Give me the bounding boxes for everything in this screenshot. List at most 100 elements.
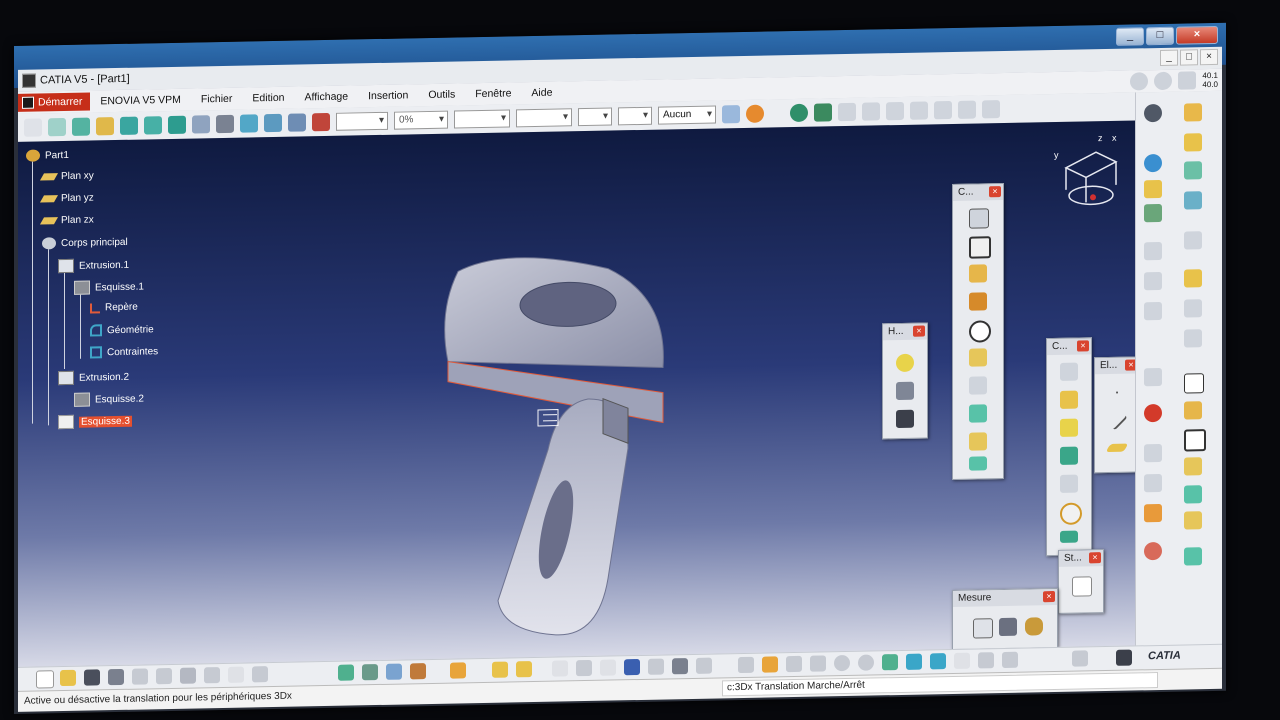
lock-icon[interactable]	[672, 658, 688, 675]
profile-icon[interactable]	[1144, 503, 1162, 523]
line-element-icon[interactable]	[1106, 409, 1128, 431]
palette-titlebar[interactable]: St... ×	[1059, 550, 1103, 567]
chamfer-tool-icon[interactable]	[1060, 390, 1078, 409]
part-3d-model[interactable]	[428, 247, 688, 642]
workbench-icon[interactable]	[1184, 103, 1202, 122]
tree-item-part1[interactable]: Part1	[26, 149, 69, 162]
knowledge-icon[interactable]	[1184, 133, 1202, 152]
constraint-ops-icon[interactable]	[1144, 271, 1162, 291]
palette-close-button[interactable]: ×	[989, 186, 1001, 198]
menu-enovia[interactable]: ENOVIA V5 VPM	[90, 94, 191, 108]
menu-outils[interactable]: Outils	[418, 88, 465, 102]
annotation-icon[interactable]	[1184, 231, 1202, 250]
shading-icon[interactable]	[1002, 651, 1018, 669]
cut-icon[interactable]	[132, 668, 148, 685]
healing-icon[interactable]	[144, 116, 162, 135]
material-icon[interactable]	[746, 104, 764, 123]
draft-tool-icon[interactable]	[982, 100, 1000, 119]
hierarchy-icon[interactable]	[648, 658, 664, 675]
new-file-icon[interactable]	[36, 670, 54, 689]
outer-minimize-button[interactable]: _	[1116, 27, 1144, 46]
hide-show-icon[interactable]	[954, 652, 970, 669]
menu-fenetre[interactable]: Fenêtre	[465, 87, 521, 100]
pan-view-icon[interactable]	[786, 655, 802, 673]
menu-aide[interactable]: Aide	[521, 86, 562, 99]
tree-item-geometrie[interactable]: Géométrie	[90, 323, 154, 337]
outer-close-button[interactable]: ×	[1176, 25, 1218, 45]
palette-titlebar[interactable]: Mesure ×	[953, 588, 1057, 607]
axis-system-icon[interactable]	[216, 114, 234, 134]
fly-mode-icon[interactable]	[790, 103, 808, 123]
zoom-out-icon[interactable]	[858, 654, 874, 671]
layer-combo[interactable]: Aucun	[658, 105, 716, 125]
plane-tool-icon[interactable]	[240, 114, 258, 133]
measure-item-icon[interactable]	[999, 617, 1017, 637]
transparency-combo[interactable]: 0%	[394, 110, 448, 130]
rib-shortcut-icon[interactable]	[1184, 457, 1202, 476]
hole-shortcut-icon[interactable]	[1184, 429, 1206, 452]
measure-between-icon[interactable]	[973, 618, 993, 639]
axis-readout-icon[interactable]	[1178, 71, 1197, 90]
point-icon[interactable]	[24, 118, 42, 137]
reference-icon[interactable]	[1144, 179, 1162, 199]
rotate-icon[interactable]	[1130, 72, 1149, 91]
fly-icon[interactable]	[738, 656, 754, 674]
shaft-shortcut-icon[interactable]	[1184, 401, 1202, 420]
tree-item-esquisse-1[interactable]: Esquisse.1	[74, 280, 144, 295]
color-combo[interactable]	[336, 111, 388, 131]
whats-this-icon[interactable]	[252, 666, 268, 683]
tree-item-corps-principal[interactable]: Corps principal	[42, 236, 128, 250]
join-icon[interactable]	[120, 116, 138, 135]
select-tool-icon[interactable]	[288, 113, 306, 132]
layer-filter-combo[interactable]	[618, 106, 652, 126]
palette-titlebar[interactable]: C... ×	[1047, 338, 1091, 356]
thickness-tool-icon[interactable]	[1060, 474, 1078, 493]
draft-angle-tool-icon[interactable]	[1060, 418, 1078, 437]
swap-space-icon[interactable]	[978, 652, 994, 669]
compass-icon[interactable]: y z x	[1046, 127, 1126, 219]
analysis-tool-icon[interactable]	[958, 100, 976, 119]
palette-titlebar[interactable]: C... ×	[953, 184, 1003, 201]
pad-tool-icon[interactable]	[969, 208, 989, 229]
grid-tool-icon[interactable]	[264, 113, 282, 133]
snap-icon[interactable]	[1184, 329, 1202, 348]
rotate-view-icon[interactable]	[810, 655, 826, 672]
pattern-icon[interactable]	[1184, 269, 1202, 288]
surface-icon[interactable]	[72, 117, 90, 136]
settings-icon[interactable]	[1144, 103, 1162, 123]
instantiate-icon[interactable]	[516, 661, 532, 678]
redo-icon[interactable]	[228, 666, 244, 683]
shell-tool-icon[interactable]	[1060, 446, 1078, 465]
cylinder-tool-icon[interactable]	[896, 353, 914, 373]
assembly-icon[interactable]	[1144, 541, 1162, 561]
power-copy-icon[interactable]	[450, 662, 466, 679]
sketcher-icon[interactable]	[1144, 153, 1162, 173]
groove-tool-icon[interactable]	[969, 292, 987, 311]
lineweight-combo[interactable]	[516, 108, 572, 128]
command-input[interactable]: c:3Dx Translation Marche/Arrêt	[722, 672, 1158, 697]
eraser-icon[interactable]	[96, 117, 114, 136]
tree-item-esquisse-3[interactable]: Esquisse.3	[58, 414, 132, 430]
3d-viewport[interactable]: Part1 Plan xy Plan yz Plan zx Corps prin…	[18, 120, 1136, 670]
symmetry-icon[interactable]	[192, 115, 210, 134]
app-minimize-button[interactable]: _	[1160, 49, 1178, 66]
start-menu[interactable]: Démarrer	[18, 92, 91, 112]
stiffener-shortcut-icon[interactable]	[1184, 485, 1202, 504]
copy-icon[interactable]	[156, 667, 172, 685]
surface-ops-icon[interactable]	[1184, 191, 1202, 210]
normal-view-icon[interactable]	[838, 102, 856, 122]
angle-tool-icon[interactable]	[886, 101, 904, 121]
tree-item-plan-zx[interactable]: Plan zx	[39, 214, 94, 226]
palette-close-button[interactable]: ×	[913, 325, 925, 337]
multi-view-icon[interactable]	[906, 653, 922, 670]
box-tool-icon[interactable]	[896, 381, 914, 401]
tree-item-repere[interactable]: Repère	[90, 302, 138, 314]
transform-ops-icon[interactable]	[1144, 241, 1162, 261]
render-icon[interactable]	[312, 112, 330, 132]
comment-icon[interactable]	[576, 659, 592, 677]
sketch-analysis-icon[interactable]	[1144, 301, 1162, 321]
text-icon[interactable]	[1144, 443, 1162, 463]
line-tool-icon[interactable]	[862, 102, 880, 121]
loft-shortcut-icon[interactable]	[1184, 511, 1202, 530]
loft-tool-icon[interactable]	[969, 432, 987, 451]
